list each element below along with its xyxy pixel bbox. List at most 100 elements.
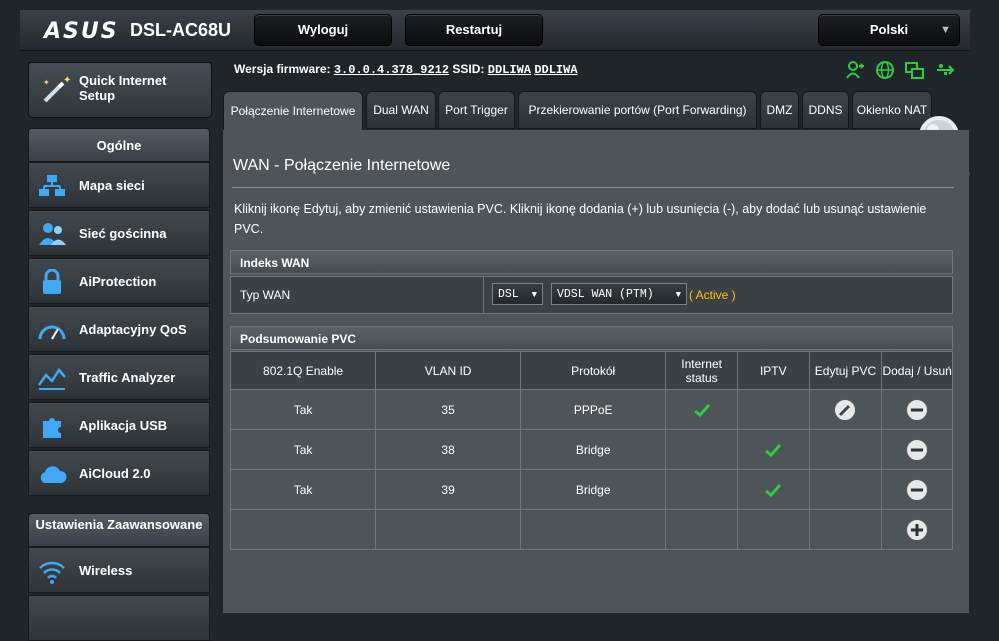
col-8021q-enable: 802.1Q Enable — [229, 351, 377, 390]
wan-type-value: DSL — [498, 288, 519, 301]
wan-type-select[interactable]: DSL ▼ — [492, 283, 543, 305]
language-label: Polski — [869, 22, 909, 37]
sidebar-item-next[interactable] — [28, 595, 210, 641]
chevron-down-icon: ▼ — [531, 290, 537, 300]
ssid-label: SSID: — [452, 62, 485, 76]
sidebar-item-aicloud[interactable]: AiCloud 2.0 — [28, 450, 210, 496]
cell-edit — [808, 469, 883, 510]
cell-edit — [808, 389, 883, 430]
cell-empty — [375, 509, 522, 550]
sidebar-item-wireless[interactable]: Wireless — [28, 547, 210, 593]
minus-circle-icon[interactable] — [904, 477, 930, 503]
quick-setup-label: Quick Internet Setup — [79, 73, 167, 103]
svg-text:✦: ✦ — [43, 78, 50, 87]
network-map-icon — [39, 175, 65, 196]
sidebar-item-usb-application[interactable]: Aplikacja USB — [28, 402, 210, 448]
wan-index-heading: Indeks WAN — [230, 250, 953, 274]
svg-text:✦: ✦ — [63, 75, 71, 86]
sidebar-item-adaptive-qos[interactable]: Adaptacyjny QoS — [28, 306, 210, 352]
sidebar-item-label: AiProtection — [79, 274, 157, 289]
cell-remove — [881, 469, 953, 510]
wan-mode-select[interactable]: VDSL WAN (PTM) ▼ — [551, 283, 687, 305]
sidebar-advanced-heading: Ustawienia Zaawansowane — [28, 513, 210, 547]
guest-network-icon — [39, 223, 66, 245]
sidebar-item-aiprotection[interactable]: AiProtection — [28, 258, 210, 304]
cell-remove — [881, 389, 953, 430]
tab-port-forwarding[interactable]: Przekierowanie portów (Port Forwarding) — [518, 91, 757, 129]
cell-iptv — [737, 389, 810, 430]
tab-internet-connection[interactable]: Połączenie Internetowe — [223, 91, 363, 131]
cell-empty — [520, 509, 667, 550]
usb-icon[interactable] — [935, 60, 955, 80]
cell-internet-status — [665, 429, 738, 470]
language-select[interactable]: Polski ▼ — [818, 14, 960, 46]
cell-enable: Tak — [229, 469, 377, 510]
cell-edit — [808, 429, 883, 470]
table-row: Tak 38 Bridge — [229, 429, 953, 470]
minus-circle-icon[interactable] — [904, 397, 930, 423]
table-row-add — [229, 509, 953, 550]
quick-internet-setup-button[interactable]: ✦ ✦ Quick Internet Setup — [28, 62, 212, 118]
ssid-2: DDLIWA — [534, 63, 578, 77]
cell-empty — [808, 509, 883, 550]
sidebar-item-label: Adaptacyjny QoS — [79, 322, 187, 337]
model-name: DSL-AC68U — [130, 20, 232, 40]
lock-icon — [43, 269, 61, 294]
row-separator — [483, 277, 484, 313]
tab-ddns[interactable]: DDNS — [802, 91, 849, 129]
wan-type-label: Typ WAN — [240, 288, 291, 302]
cell-vlan: 38 — [375, 429, 522, 470]
sidebar-item-guest-network[interactable]: Sieć gościnna — [28, 210, 210, 256]
col-protocol: Protokół — [520, 351, 667, 390]
sidebar-item-label: Wireless — [79, 563, 133, 578]
sidebar-item-traffic-analyzer[interactable]: Traffic Analyzer — [28, 354, 210, 400]
traffic-chart-icon — [37, 367, 66, 390]
col-iptv: IPTV — [737, 351, 810, 390]
firmware-info: Wersja firmware: 3.0.0.4.378_9212 SSID: … — [234, 62, 578, 77]
tab-port-trigger[interactable]: Port Trigger — [438, 91, 515, 129]
sidebar-item-network-map[interactable]: Mapa sieci — [28, 162, 210, 208]
page-description: Kliknij ikonę Edytuj, aby zmienić ustawi… — [234, 202, 927, 236]
logout-button[interactable]: Wyloguj — [254, 14, 392, 46]
cell-protocol: Bridge — [520, 469, 667, 510]
col-vlan-id: VLAN ID — [375, 351, 522, 390]
sidebar-item-label: AiCloud 2.0 — [79, 466, 151, 481]
asus-logo: ASUS — [44, 19, 119, 44]
wan-mode-value: VDSL WAN (PTM) — [557, 288, 654, 301]
page-title: WAN - Połączenie Internetowe — [233, 157, 451, 174]
title-divider — [232, 187, 954, 188]
client-status-icon[interactable] — [845, 60, 865, 80]
cell-enable: Tak — [229, 429, 377, 470]
cell-protocol: Bridge — [520, 429, 667, 470]
cell-empty — [737, 509, 810, 550]
ssid-1: DDLIWA — [487, 63, 531, 77]
puzzle-icon — [43, 418, 61, 438]
device-status-icon[interactable] — [905, 60, 925, 80]
cell-internet-status — [665, 469, 738, 510]
active-status-label: ( Active ) — [689, 288, 736, 302]
plus-circle-icon[interactable] — [904, 517, 930, 543]
col-add-remove: Dodaj / Usuń — [881, 351, 953, 390]
cell-iptv — [737, 469, 810, 510]
cloud-icon — [40, 466, 67, 483]
wan-type-row: Typ WAN DSL ▼ VDSL WAN (PTM) ▼ ( Active … — [230, 276, 953, 314]
edit-pencil-icon[interactable] — [832, 397, 858, 423]
cell-empty — [665, 509, 738, 550]
tab-dmz[interactable]: DMZ — [760, 91, 799, 129]
pvc-summary-heading: Podsumowanie PVC — [230, 326, 953, 350]
cell-internet-status — [665, 389, 738, 430]
tab-dual-wan[interactable]: Dual WAN — [366, 91, 436, 129]
pvc-header-row: 802.1Q Enable VLAN ID Protokół Internet … — [229, 351, 953, 390]
cell-remove — [881, 429, 953, 470]
table-row: Tak 39 Bridge — [229, 469, 953, 510]
minus-circle-icon[interactable] — [904, 437, 930, 463]
sidebar-general-heading: Ogólne — [28, 128, 210, 162]
table-row: Tak 35 PPPoE — [229, 389, 953, 430]
firmware-version-link[interactable]: 3.0.0.4.378_9212 — [334, 63, 449, 77]
restart-button[interactable]: Restartuj — [405, 14, 543, 46]
chevron-down-icon: ▼ — [675, 290, 681, 300]
col-edit-pvc: Edytuj PVC — [808, 351, 883, 390]
magic-wand-icon: ✦ ✦ — [43, 75, 71, 103]
internet-globe-icon[interactable] — [875, 60, 895, 80]
sidebar-item-label: Aplikacja USB — [79, 418, 168, 433]
